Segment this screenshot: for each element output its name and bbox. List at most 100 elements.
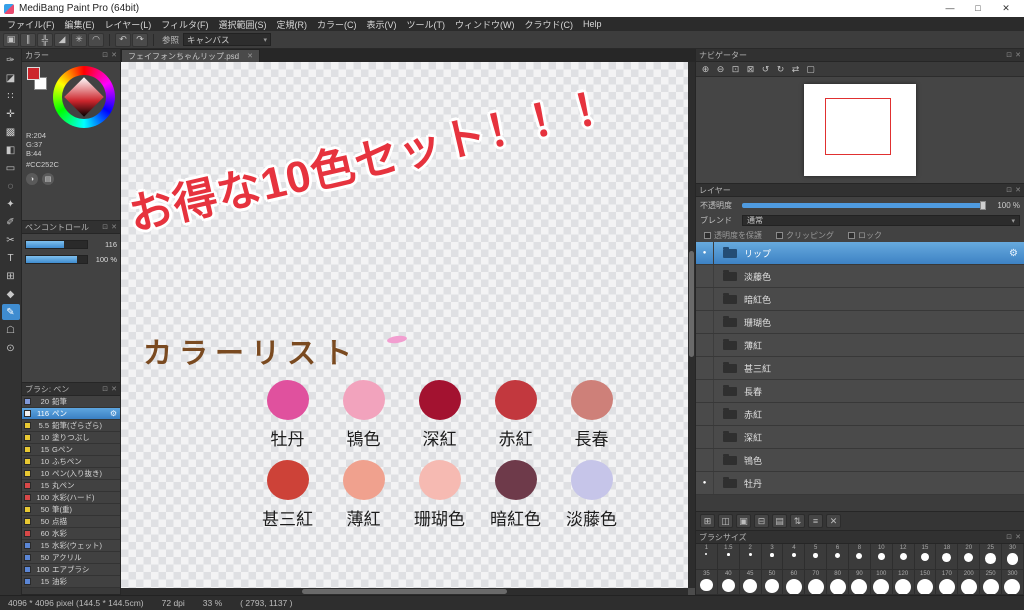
- layer-row[interactable]: 長春: [696, 380, 1024, 403]
- checkbox[interactable]: [848, 231, 855, 239]
- layer-row[interactable]: 深紅: [696, 426, 1024, 449]
- layer-option-2[interactable]: クリッピング: [776, 230, 834, 241]
- brush-item[interactable]: 15 丸ペン: [22, 480, 120, 492]
- layer-option-3[interactable]: ロック: [848, 230, 882, 241]
- color-slider-mode-icon[interactable]: ▤: [42, 173, 54, 185]
- layer-visibility-dot[interactable]: [696, 449, 714, 471]
- eraser-tool[interactable]: ◪: [2, 70, 20, 86]
- tab-close-icon[interactable]: ✕: [247, 52, 253, 60]
- navigator-view-rect[interactable]: [825, 97, 892, 155]
- zoom-actual-icon[interactable]: ⊠: [744, 63, 757, 75]
- eyedropper-tool[interactable]: ◆: [2, 286, 20, 302]
- brush-item[interactable]: 15 油彩: [22, 576, 120, 588]
- brush-size-cell[interactable]: 12: [892, 544, 915, 570]
- brush-item[interactable]: 5.5 鉛筆(ざらざら): [22, 420, 120, 432]
- canvas-vscrollbar[interactable]: [688, 62, 695, 588]
- brush-size-cell[interactable]: 80: [827, 569, 850, 595]
- add-layer-icon[interactable]: ⊞: [700, 514, 715, 528]
- menu-item-11[interactable]: クラウド(C): [520, 18, 579, 31]
- layer-visibility-dot[interactable]: [696, 288, 714, 310]
- brush-item[interactable]: 50 筆(重): [22, 504, 120, 516]
- import-image-icon[interactable]: ▣: [736, 514, 751, 528]
- hand-tool[interactable]: ☖: [2, 322, 20, 338]
- panel-close-icon[interactable]: ✕: [111, 385, 117, 393]
- select-pen-tool[interactable]: ✐: [2, 214, 20, 230]
- layer-visibility-dot[interactable]: [696, 357, 714, 379]
- add-folder-icon[interactable]: ⊟: [754, 514, 769, 528]
- opacity-slider[interactable]: [742, 200, 986, 210]
- brush-size-cell[interactable]: 40: [717, 569, 740, 595]
- dot-tool[interactable]: ∷: [2, 88, 20, 104]
- brush-item[interactable]: 50 アクリル: [22, 552, 120, 564]
- checkbox[interactable]: [776, 231, 783, 239]
- layer-visibility-dot[interactable]: [696, 265, 714, 287]
- brush-size-cell[interactable]: 90: [849, 569, 871, 595]
- brush-size-cell[interactable]: 150: [914, 569, 937, 595]
- brush-size-cell[interactable]: 10: [870, 544, 893, 570]
- layer-settings-icon[interactable]: ⚙: [1009, 248, 1018, 259]
- panel-close-icon[interactable]: ✕: [1015, 51, 1021, 59]
- brush-item[interactable]: 116 ペン ⚙: [22, 408, 120, 420]
- brush-size-cell[interactable]: 250: [980, 569, 1003, 595]
- checkbox[interactable]: [704, 231, 711, 239]
- color-wheel-sv-area[interactable]: [64, 77, 104, 117]
- canvas-viewport[interactable]: お得な10色セット！！！ カラーリスト 牡丹 鴇色 深紅 赤紅 長春 甚三紅 薄紅 珊瑚色暗…: [121, 62, 695, 595]
- brush-item[interactable]: 10 塗りつぶし: [22, 432, 120, 444]
- snap-radial-icon[interactable]: ✳: [71, 32, 87, 47]
- brush-size-cell[interactable]: 100: [870, 569, 893, 595]
- folder-icon[interactable]: ▤: [772, 514, 787, 528]
- layer-row[interactable]: 珊瑚色: [696, 311, 1024, 334]
- layer-row[interactable]: 暗紅色: [696, 288, 1024, 311]
- layer-visibility-dot[interactable]: [696, 403, 714, 425]
- brush-settings-icon[interactable]: ⚙: [110, 409, 117, 418]
- select-tool[interactable]: ▭: [2, 160, 20, 176]
- redo-button[interactable]: ↷: [132, 32, 148, 47]
- rotate-left-icon[interactable]: ↺: [759, 63, 772, 75]
- reorder-layer-icon[interactable]: ⇅: [790, 514, 805, 528]
- menu-item-5[interactable]: 選択範囲(S): [214, 18, 272, 31]
- panel-float-icon[interactable]: ⊡: [102, 385, 108, 393]
- brush-size-cell[interactable]: 200: [958, 569, 981, 595]
- brush-size-cell[interactable]: 8: [849, 544, 871, 570]
- snap-off-icon[interactable]: ▣: [3, 32, 19, 47]
- text-tool[interactable]: T: [2, 250, 20, 266]
- brush-size-cell[interactable]: 5: [805, 544, 828, 570]
- close-button[interactable]: ✕: [1000, 3, 1012, 14]
- foreground-color-swatch[interactable]: [27, 67, 40, 80]
- brush-item[interactable]: 20 鉛筆: [22, 396, 120, 408]
- brush-size-cell[interactable]: 30: [1002, 544, 1024, 570]
- panel-close-icon[interactable]: ✕: [1015, 533, 1021, 541]
- brush-item[interactable]: 10 ふちペン: [22, 456, 120, 468]
- pen-gauge-2[interactable]: [25, 255, 88, 264]
- brush-item[interactable]: 10 ペン(入り抜き): [22, 468, 120, 480]
- color-wheel[interactable]: [53, 66, 115, 128]
- reset-view-icon[interactable]: ▢: [804, 63, 817, 75]
- menu-item-3[interactable]: レイヤー(L): [100, 18, 157, 31]
- menu-item-1[interactable]: ファイル(F): [2, 18, 60, 31]
- brush-size-cell[interactable]: 4: [783, 544, 806, 570]
- brush-size-cell[interactable]: 25: [980, 544, 1003, 570]
- brush-size-cell[interactable]: 20: [958, 544, 981, 570]
- brush-size-cell[interactable]: 1.5: [717, 544, 740, 570]
- snap-vanishing-point-icon[interactable]: ◢: [54, 32, 70, 47]
- brush-size-cell[interactable]: 15: [914, 544, 937, 570]
- brush-size-cell[interactable]: 2: [739, 544, 762, 570]
- blend-select[interactable]: 通常 ▾: [742, 215, 1020, 226]
- vscrollbar-thumb[interactable]: [689, 251, 694, 357]
- menu-item-2[interactable]: 編集(E): [60, 18, 100, 31]
- panel-float-icon[interactable]: ⊡: [102, 223, 108, 231]
- panel-close-icon[interactable]: ✕: [1015, 186, 1021, 194]
- brush-size-cell[interactable]: 60: [783, 569, 806, 595]
- document-tab[interactable]: フェイフォンちゃんリップ.psd ✕: [121, 49, 260, 62]
- panel-divide-tool[interactable]: ⊞: [2, 268, 20, 284]
- panel-float-icon[interactable]: ⊡: [1006, 186, 1012, 194]
- undo-button[interactable]: ↶: [115, 32, 131, 47]
- panel-float-icon[interactable]: ⊡: [1006, 533, 1012, 541]
- menu-item-4[interactable]: フィルタ(F): [156, 18, 213, 31]
- pencil-tool[interactable]: ✎: [1, 304, 20, 320]
- rotate-right-icon[interactable]: ↻: [774, 63, 787, 75]
- panel-float-icon[interactable]: ⊡: [102, 51, 108, 59]
- brush-item[interactable]: 15 Gペン: [22, 444, 120, 456]
- layer-row[interactable]: 赤紅: [696, 403, 1024, 426]
- brush-size-cell[interactable]: 3: [761, 544, 784, 570]
